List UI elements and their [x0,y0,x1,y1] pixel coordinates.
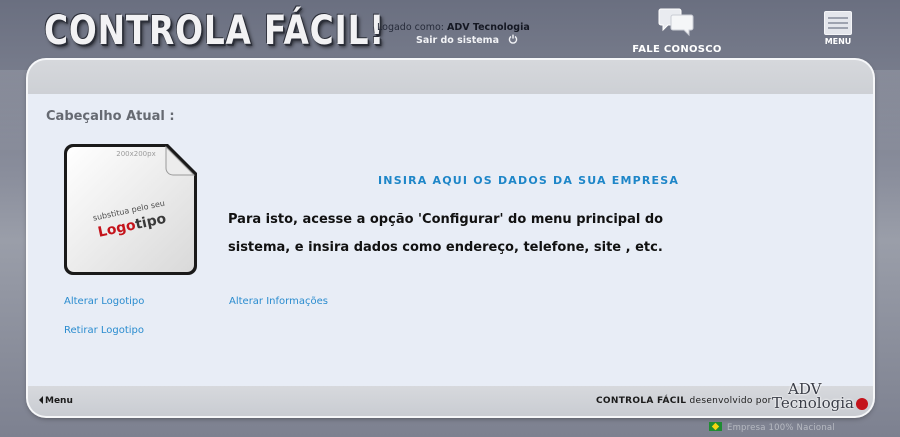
developer-logo[interactable]: ADV Tecnologia [772,380,868,416]
panel-footer-bar: Menu CONTROLA FÁCIL desenvolvido por ADV… [28,380,873,416]
credit-text: desenvolvido por [689,396,772,406]
app-logo-title: CONTROLA FÁCIL! [44,8,386,54]
chevron-left-icon [39,396,43,404]
logged-label: Logado como: [377,22,444,33]
logged-username: ADV Tecnologia [447,22,530,33]
chat-bubbles-icon [658,8,694,37]
back-to-menu-link[interactable]: Menu [39,396,73,406]
change-logo-link[interactable]: Alterar Logotipo [64,296,144,307]
contact-label: FALE CONOSCO [632,44,722,55]
brazil-flag-icon [709,422,722,431]
menu-icon [824,11,852,35]
company-data-heading: INSIRA AQUI OS DADOS DA SUA EMPRESA [378,174,680,187]
menu-button[interactable]: MENU [819,11,857,46]
developer-logo-line-2: Tecnologia [772,394,854,412]
credit-brand: CONTROLA FÁCIL [596,396,687,406]
power-icon [508,34,518,44]
national-label: Empresa 100% Nacional [727,423,835,433]
menu-label: MENU [824,37,852,46]
main-panel: Cabeçalho Atual : 200x200px substitua pe… [28,60,873,416]
change-info-link[interactable]: Alterar Informações [229,296,328,307]
instruction-text: Para isto, acesse a opção 'Configurar' d… [228,206,698,262]
developer-credit: CONTROLA FÁCIL desenvolvido por [596,396,772,406]
logged-user-info: Logado como: ADV Tecnologia [377,22,530,33]
panel-top-bar [28,60,873,94]
back-menu-label: Menu [45,396,73,406]
section-title: Cabeçalho Atual : [46,109,175,124]
logout-label: Sair do sistema [416,35,499,46]
developer-badge-icon [856,398,868,410]
remove-logo-link[interactable]: Retirar Logotipo [64,325,144,336]
contact-button[interactable]: FALE CONOSCO [628,7,726,55]
svg-text:200x200px: 200x200px [116,150,155,158]
panel-body: Cabeçalho Atual : 200x200px substitua pe… [28,94,873,386]
logo-placeholder-image: 200x200px substitua pelo seu Logotipo [64,142,199,277]
instruction-line-1: Para isto, acesse a opção 'Configurar' d… [228,212,664,227]
national-company-note: Empresa 100% Nacional [709,422,835,433]
logout-link[interactable]: Sair do sistema [416,34,518,46]
instruction-line-2: sistema, e insira dados como endereço, t… [228,240,663,255]
